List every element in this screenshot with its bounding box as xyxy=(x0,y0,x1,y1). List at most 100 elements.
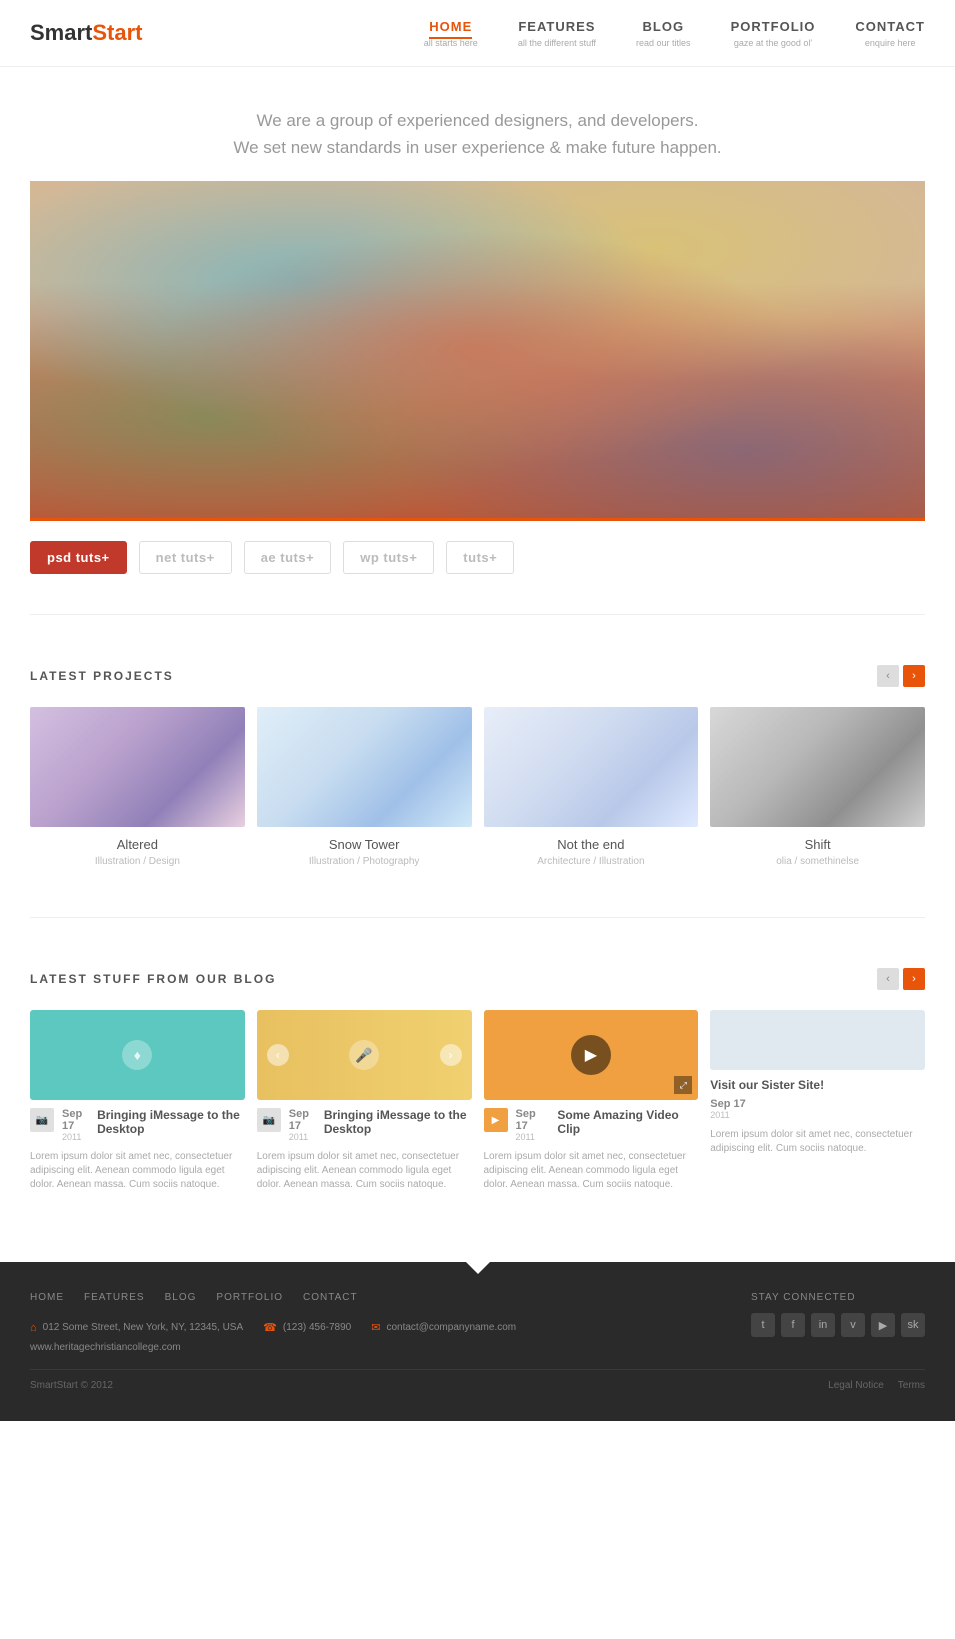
sister-title: Visit our Sister Site! xyxy=(710,1078,925,1092)
brand-psdtuts[interactable]: psd tuts+ xyxy=(30,541,127,574)
blog-date-year-1: 2011 xyxy=(62,1132,89,1142)
blog-date-num-4: Sep 17 xyxy=(710,1098,745,1110)
header: SmartStart HOME all starts here FEATURES… xyxy=(0,0,955,67)
nav-portfolio-label: PORTFOLIO xyxy=(731,19,816,34)
projects-prev-arrow[interactable]: ‹ xyxy=(877,665,899,687)
brands-row: psd tuts+ net tuts+ ae tuts+ wp tuts+ tu… xyxy=(0,521,955,594)
play-button[interactable]: ▶ xyxy=(571,1035,611,1075)
project-item-2[interactable]: Snow Tower Illustration / Photography xyxy=(257,707,472,867)
footer-contact-row: ⌂ 012 Some Street, New York, NY, 12345, … xyxy=(30,1321,751,1334)
project-item-4[interactable]: Shift olia / somethinelse xyxy=(710,707,925,867)
brand-wptuts[interactable]: wp tuts+ xyxy=(343,541,434,574)
footer-email-text: contact@companyname.com xyxy=(386,1322,516,1333)
projects-title: LATEST PROJECTS xyxy=(30,669,174,683)
footer-right: STAY CONNECTED t f in v ▶ sk xyxy=(751,1292,925,1337)
project-item-3[interactable]: Not the end Architecture / Illustration xyxy=(484,707,699,867)
project-name-1: Altered xyxy=(30,837,245,852)
blog-grid: ♦ 📷 Sep 17 2011 Bringing iMessage to the… xyxy=(30,1010,925,1192)
hero-text: We are a group of experienced designers,… xyxy=(0,67,955,181)
blog-thumb-2: ‹ 🎤 › xyxy=(257,1010,472,1100)
blog-icon-sq-1: 📷 xyxy=(30,1108,54,1132)
footer-address-text: 012 Some Street, New York, NY, 12345, US… xyxy=(43,1322,244,1333)
blog-date-col-1: Sep 17 2011 xyxy=(62,1108,89,1142)
blog-title-col-1: Bringing iMessage to the Desktop xyxy=(97,1108,245,1140)
project-name-3: Not the end xyxy=(484,837,699,852)
nav-contact[interactable]: CONTACT enquire here xyxy=(855,18,925,48)
hero-line1: We are a group of experienced designers,… xyxy=(30,107,925,134)
footer-nav: HOME FEATURES BLOG PORTFOLIO CONTACT xyxy=(30,1292,751,1303)
footer-url[interactable]: www.heritagechristiancollege.com xyxy=(30,1342,751,1353)
footer-terms[interactable]: Terms xyxy=(898,1380,925,1391)
blog-item-title-1: Bringing iMessage to the Desktop xyxy=(97,1108,245,1136)
footer-phone: ☎ (123) 456-7890 xyxy=(263,1321,351,1334)
footer-legal[interactable]: Legal Notice xyxy=(828,1380,884,1391)
nav-home[interactable]: HOME all starts here xyxy=(424,18,478,48)
nav-portfolio[interactable]: PORTFOLIO gaze at the good ol' xyxy=(731,18,816,48)
blog-meta-1: 📷 Sep 17 2011 Bringing iMessage to the D… xyxy=(30,1108,245,1142)
blog-title-col-3: Some Amazing Video Clip xyxy=(557,1108,698,1140)
social-youtube[interactable]: ▶ xyxy=(871,1313,895,1337)
hero-line2: We set new standards in user experience … xyxy=(30,134,925,161)
project-sub-2: Illustration / Photography xyxy=(257,856,472,867)
fullscreen-button[interactable]: ⤢ xyxy=(674,1076,692,1094)
nav-portfolio-sub: gaze at the good ol' xyxy=(731,38,816,48)
project-item-1[interactable]: Altered Illustration / Design xyxy=(30,707,245,867)
brand-tuts[interactable]: tuts+ xyxy=(446,541,514,574)
blog-meta-2: 📷 Sep 17 2011 Bringing iMessage to the D… xyxy=(257,1108,472,1142)
nav-features[interactable]: FEATURES all the different stuff xyxy=(518,18,596,48)
project-sub-4: olia / somethinelse xyxy=(710,856,925,867)
footer-nav-features[interactable]: FEATURES xyxy=(84,1292,145,1303)
footer-nav-home[interactable]: HOME xyxy=(30,1292,64,1303)
blog-date-year-4: 2011 xyxy=(710,1110,745,1120)
project-name-2: Snow Tower xyxy=(257,837,472,852)
nav-blog-sub: read our titles xyxy=(636,38,691,48)
social-vimeo[interactable]: v xyxy=(841,1313,865,1337)
projects-next-arrow[interactable]: › xyxy=(903,665,925,687)
social-facebook[interactable]: f xyxy=(781,1313,805,1337)
blog-thumb-4 xyxy=(710,1010,925,1070)
blog-text-2: Lorem ipsum dolor sit amet nec, consecte… xyxy=(257,1150,472,1192)
logo: SmartStart xyxy=(30,20,142,46)
nav-blog-label: BLOG xyxy=(643,19,685,34)
footer-nav-contact[interactable]: CONTACT xyxy=(303,1292,358,1303)
footer-nav-blog[interactable]: BLOG xyxy=(165,1292,197,1303)
nav-home-label: HOME xyxy=(429,19,472,39)
footer-bottom: SmartStart © 2012 Legal Notice Terms xyxy=(30,1369,925,1391)
footer-nav-portfolio[interactable]: PORTFOLIO xyxy=(216,1292,283,1303)
blog-prev-arrow[interactable]: ‹ xyxy=(877,968,899,990)
blog-header: LATEST STUFF FROM OUR BLOG ‹ › xyxy=(30,968,925,990)
blog-date-num-2: Sep 17 xyxy=(289,1108,316,1132)
nav-contact-label: CONTACT xyxy=(855,19,925,34)
project-thumb-1 xyxy=(30,707,245,827)
blog-date-year-2: 2011 xyxy=(289,1132,316,1142)
footer-address: ⌂ 012 Some Street, New York, NY, 12345, … xyxy=(30,1322,243,1334)
footer-arrow xyxy=(466,1262,490,1274)
hero-image xyxy=(30,181,925,521)
brand-nettuts[interactable]: net tuts+ xyxy=(139,541,232,574)
blog-col-3: ▶ ⤢ ▶ Sep 17 2011 Some Amazing Video Cli… xyxy=(484,1010,699,1192)
social-twitter[interactable]: t xyxy=(751,1313,775,1337)
nav-blog[interactable]: BLOG read our titles xyxy=(636,18,691,48)
blog-section: LATEST STUFF FROM OUR BLOG ‹ › ♦ 📷 Sep 1… xyxy=(0,938,955,1212)
footer: HOME FEATURES BLOG PORTFOLIO CONTACT ⌂ 0… xyxy=(0,1262,955,1421)
home-icon: ⌂ xyxy=(30,1322,37,1334)
social-skype[interactable]: sk xyxy=(901,1313,925,1337)
blog-col-1: ♦ 📷 Sep 17 2011 Bringing iMessage to the… xyxy=(30,1010,245,1192)
project-thumb-3 xyxy=(484,707,699,827)
blog-item-title-3: Some Amazing Video Clip xyxy=(557,1108,698,1136)
blog-next-btn[interactable]: › xyxy=(440,1044,462,1066)
projects-nav-arrows: ‹ › xyxy=(877,665,925,687)
blog-item-title-2: Bringing iMessage to the Desktop xyxy=(324,1108,472,1136)
main-nav: HOME all starts here FEATURES all the di… xyxy=(424,18,925,48)
blog-thumb-icon-1: ♦ xyxy=(122,1040,152,1070)
project-sub-3: Architecture / Illustration xyxy=(484,856,699,867)
social-linkedin[interactable]: in xyxy=(811,1313,835,1337)
footer-social: t f in v ▶ sk xyxy=(751,1313,925,1337)
logo-start: Start xyxy=(92,20,142,45)
blog-date-num-1: Sep 17 xyxy=(62,1108,89,1132)
blog-next-arrow[interactable]: › xyxy=(903,968,925,990)
blog-prev-btn[interactable]: ‹ xyxy=(267,1044,289,1066)
brand-aetuts[interactable]: ae tuts+ xyxy=(244,541,332,574)
blog-title: LATEST STUFF FROM OUR BLOG xyxy=(30,972,276,986)
footer-row: HOME FEATURES BLOG PORTFOLIO CONTACT ⌂ 0… xyxy=(30,1292,925,1353)
